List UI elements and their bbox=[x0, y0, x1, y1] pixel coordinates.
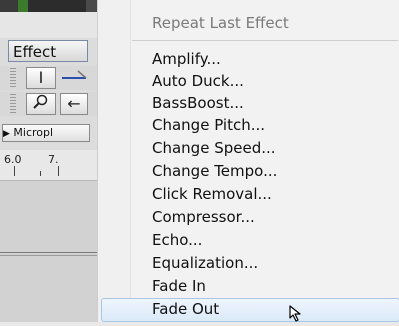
menu-item-auto-duck[interactable]: Auto Duck... bbox=[152, 72, 244, 90]
timeshift-tool-button[interactable]: ← bbox=[60, 93, 88, 115]
menu-item-click-removal[interactable]: Click Removal... bbox=[152, 185, 272, 203]
arrow-icon: ← bbox=[67, 94, 81, 113]
input-device-label: Micropl bbox=[13, 126, 54, 139]
ruler-tick-label: 6.0 bbox=[4, 153, 22, 166]
ruler-tick bbox=[40, 171, 41, 176]
zoom-icon bbox=[33, 94, 49, 114]
menu-item-fade-out-highlight[interactable] bbox=[101, 298, 399, 322]
menu-item-repeat-last-effect[interactable]: Repeat Last Effect bbox=[152, 14, 289, 32]
toolbar-grip[interactable] bbox=[10, 68, 16, 88]
menu-icon-gutter bbox=[98, 0, 131, 322]
menu-item-fade-out[interactable]: Fade Out bbox=[152, 300, 219, 318]
meter-dark-block bbox=[0, 0, 18, 12]
input-device-select[interactable]: ▶ Micropl bbox=[2, 124, 90, 142]
menu-item-change-speed[interactable]: Change Speed... bbox=[152, 139, 276, 157]
menu-item-amplify[interactable]: Amplify... bbox=[152, 50, 221, 68]
menu-item-bassboost[interactable]: BassBoost... bbox=[152, 94, 244, 112]
menu-item-compressor[interactable]: Compressor... bbox=[152, 208, 255, 226]
ibeam-tool-button[interactable]: I bbox=[26, 67, 56, 89]
effect-dropdown-menu: Repeat Last Effect Amplify... Auto Duck.… bbox=[97, 0, 399, 322]
menu-item-change-pitch[interactable]: Change Pitch... bbox=[152, 116, 265, 134]
meter-dark-block-2 bbox=[28, 0, 86, 12]
ruler-tick-label: 7. bbox=[48, 153, 59, 166]
menu-separator bbox=[132, 40, 398, 41]
envelope-tool-icon[interactable] bbox=[60, 68, 90, 92]
meter-green-block bbox=[18, 0, 28, 12]
menu-item-change-tempo[interactable]: Change Tempo... bbox=[152, 162, 277, 180]
menu-item-echo[interactable]: Echo... bbox=[152, 231, 202, 249]
ibeam-icon: I bbox=[38, 68, 44, 87]
effect-menu-button[interactable]: Effect bbox=[8, 40, 88, 62]
zoom-tool-button[interactable] bbox=[26, 93, 56, 115]
play-arrow-icon: ▶ bbox=[3, 129, 10, 139]
ruler-tick bbox=[58, 166, 59, 176]
menu-item-equalization[interactable]: Equalization... bbox=[152, 254, 258, 272]
toolbar-grip-2[interactable] bbox=[10, 94, 16, 114]
menu-item-fade-in[interactable]: Fade In bbox=[152, 277, 206, 295]
mouse-cursor-icon bbox=[289, 305, 303, 326]
ruler-tick bbox=[14, 166, 15, 176]
